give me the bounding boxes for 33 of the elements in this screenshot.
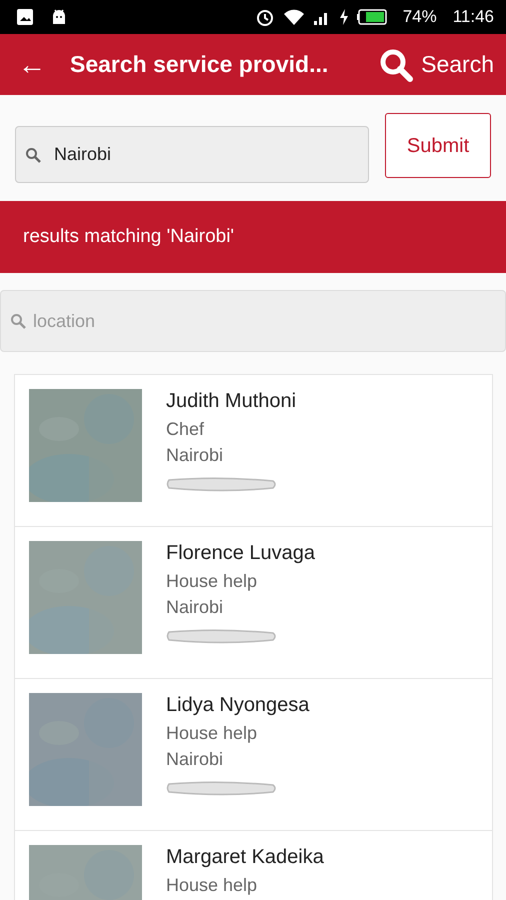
results-heading: results matching 'Nairobi' xyxy=(23,224,234,249)
screen-title: Search service provid... xyxy=(70,50,330,80)
search-field[interactable]: Nairobi xyxy=(15,126,369,183)
provider-card[interactable]: Florence Luvaga House help Nairobi xyxy=(15,527,492,679)
provider-name: Margaret Kadeika xyxy=(166,845,324,870)
provider-name: Judith Muthoni xyxy=(166,389,296,414)
submit-button[interactable]: Submit xyxy=(385,113,491,178)
search-icon xyxy=(10,313,26,329)
provider-card[interactable]: Margaret Kadeika House help xyxy=(15,831,492,900)
search-button[interactable]: Search xyxy=(379,47,494,82)
provider-card[interactable]: Lidya Nyongesa House help Nairobi xyxy=(15,679,492,831)
search-icon xyxy=(379,48,414,82)
location-field[interactable]: location xyxy=(0,290,506,352)
android-icon xyxy=(50,8,68,26)
provider-location: Nairobi xyxy=(166,749,224,770)
provider-card[interactable]: Judith Muthoni Chef Nairobi xyxy=(15,375,492,527)
provider-location: Nairobi xyxy=(166,445,224,466)
battery-percentage: 74% xyxy=(402,6,437,28)
battery-icon xyxy=(356,9,387,25)
search-icon xyxy=(25,146,41,162)
provider-profession: House help xyxy=(166,723,258,744)
provider-profession: House help xyxy=(166,875,258,896)
wifi-icon xyxy=(282,8,305,26)
clock-time: 11:46 xyxy=(452,6,494,28)
provider-profession: House help xyxy=(166,571,258,592)
charging-icon xyxy=(338,8,349,26)
provider-name: Florence Luvaga xyxy=(166,541,315,566)
provider-location: Nairobi xyxy=(166,597,224,618)
provider-profession: Chef xyxy=(166,419,206,440)
back-button[interactable]: ← xyxy=(10,50,54,78)
alarm-icon xyxy=(254,7,275,27)
provider-name: Lidya Nyongesa xyxy=(166,693,310,718)
image-icon xyxy=(16,8,34,26)
